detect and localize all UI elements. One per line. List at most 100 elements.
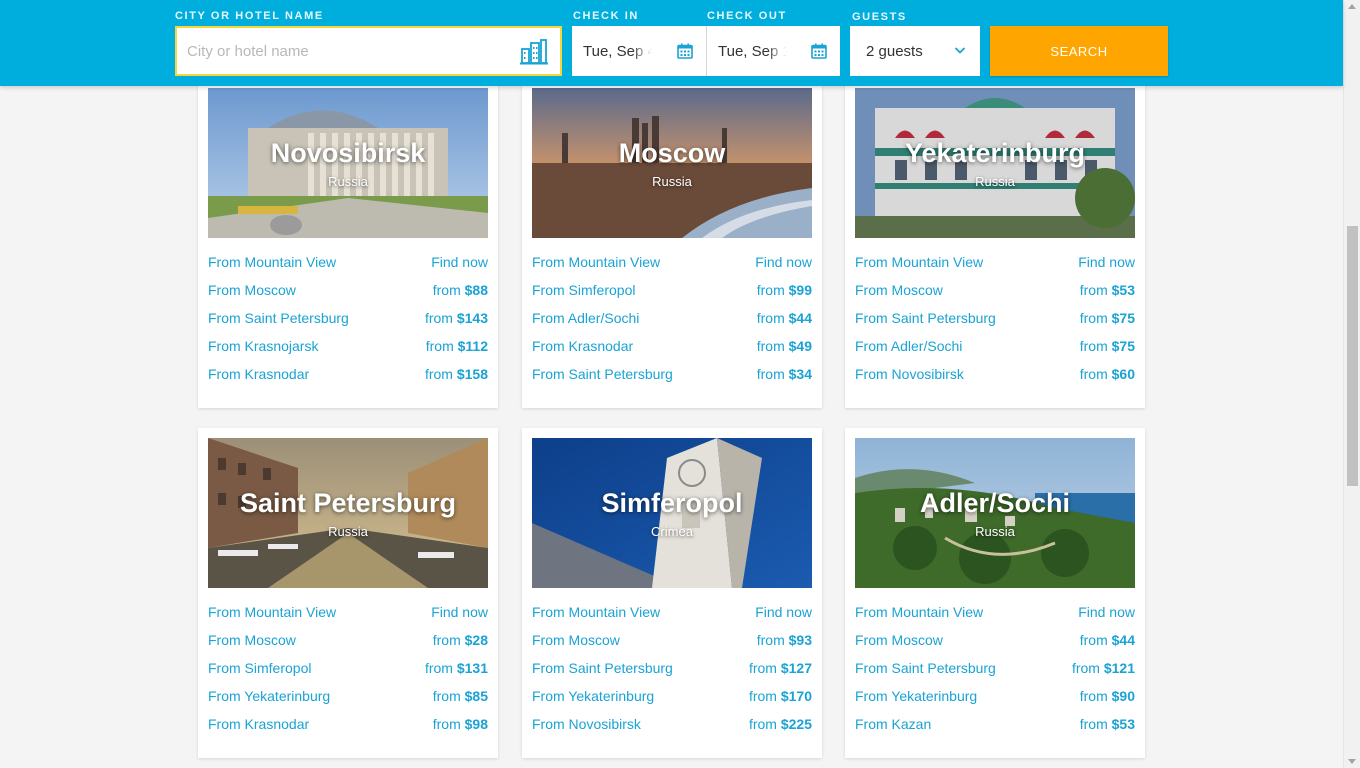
route-price[interactable]: from $88 [433,282,488,298]
route-price[interactable]: from $49 [757,338,812,354]
route-price[interactable]: from $60 [1080,366,1135,382]
route-row[interactable]: From Yekaterinburg from $90 [855,686,1135,706]
route-origin[interactable]: From Krasnodar [208,716,309,732]
route-row[interactable]: From Kazan from $53 [855,714,1135,734]
route-row[interactable]: From Mountain View Find now [208,252,488,272]
route-row[interactable]: From Krasnodar from $49 [532,336,812,356]
route-origin[interactable]: From Saint Petersburg [532,660,673,676]
route-origin[interactable]: From Mountain View [208,254,336,270]
route-price[interactable]: from $90 [1080,688,1135,704]
find-now-link[interactable]: Find now [1078,254,1135,270]
route-origin[interactable]: From Mountain View [532,604,660,620]
route-price[interactable]: from $85 [433,688,488,704]
route-row[interactable]: From Saint Petersburg from $143 [208,308,488,328]
route-origin[interactable]: From Simferopol [532,282,635,298]
route-origin[interactable]: From Saint Petersburg [532,366,673,382]
route-price[interactable]: from $53 [1080,716,1135,732]
route-origin[interactable]: From Mountain View [532,254,660,270]
scrollbar-thumb[interactable] [1347,226,1358,486]
route-price[interactable]: from $170 [749,688,812,704]
city-search-box[interactable] [175,26,562,76]
route-price[interactable]: from $121 [1072,660,1135,676]
route-price[interactable]: from $93 [757,632,812,648]
checkout-field[interactable]: Tue, Sep 11 [707,26,840,76]
route-row[interactable]: From Novosibirsk from $60 [855,364,1135,384]
find-now-link[interactable]: Find now [755,604,812,620]
route-origin[interactable]: From Moscow [855,282,943,298]
find-now-link[interactable]: Find now [431,254,488,270]
route-origin[interactable]: From Yekaterinburg [208,688,330,704]
route-origin[interactable]: From Krasnojarsk [208,338,318,354]
route-price[interactable]: from $44 [757,310,812,326]
route-row[interactable]: From Yekaterinburg from $85 [208,686,488,706]
route-origin[interactable]: From Kazan [855,716,931,732]
route-origin[interactable]: From Saint Petersburg [208,310,349,326]
route-origin[interactable]: From Moscow [532,632,620,648]
route-row[interactable]: From Saint Petersburg from $75 [855,308,1135,328]
route-origin[interactable]: From Mountain View [855,254,983,270]
find-now-link[interactable]: Find now [755,254,812,270]
route-origin[interactable]: From Moscow [208,282,296,298]
route-row[interactable]: From Moscow from $88 [208,280,488,300]
route-row[interactable]: From Saint Petersburg from $34 [532,364,812,384]
route-price[interactable]: from $225 [749,716,812,732]
route-row[interactable]: From Krasnodar from $158 [208,364,488,384]
route-row[interactable]: From Adler/Sochi from $75 [855,336,1135,356]
route-row[interactable]: From Mountain View Find now [532,252,812,272]
route-row[interactable]: From Mountain View Find now [208,602,488,622]
route-row[interactable]: From Moscow from $53 [855,280,1135,300]
find-now-link[interactable]: Find now [431,604,488,620]
search-button[interactable]: SEARCH [990,26,1168,76]
find-now-link[interactable]: Find now [1078,604,1135,620]
route-origin[interactable]: From Saint Petersburg [855,660,996,676]
route-row[interactable]: From Simferopol from $99 [532,280,812,300]
checkin-field[interactable]: Tue, Sep 4 [572,26,706,76]
route-row[interactable]: From Simferopol from $131 [208,658,488,678]
scroll-down-arrow-icon[interactable] [1348,759,1356,764]
route-origin[interactable]: From Moscow [855,632,943,648]
route-row[interactable]: From Moscow from $28 [208,630,488,650]
route-row[interactable]: From Mountain View Find now [855,252,1135,272]
city-search-input[interactable] [177,42,497,60]
page-scrollbar[interactable] [1343,0,1360,768]
route-origin[interactable]: From Adler/Sochi [532,310,639,326]
route-row[interactable]: From Mountain View Find now [855,602,1135,622]
city-photo[interactable]: Simferopol Crimea [532,438,812,588]
route-price[interactable]: from $75 [1080,338,1135,354]
route-row[interactable]: From Krasnojarsk from $112 [208,336,488,356]
route-price[interactable]: from $53 [1080,282,1135,298]
route-origin[interactable]: From Mountain View [208,604,336,620]
route-origin[interactable]: From Novosibirsk [532,716,641,732]
route-row[interactable]: From Moscow from $93 [532,630,812,650]
route-origin[interactable]: From Mountain View [855,604,983,620]
city-photo[interactable]: Saint Petersburg Russia [208,438,488,588]
route-price[interactable]: from $131 [425,660,488,676]
route-row[interactable]: From Yekaterinburg from $170 [532,686,812,706]
route-row[interactable]: From Moscow from $44 [855,630,1135,650]
route-origin[interactable]: From Krasnodar [208,366,309,382]
route-price[interactable]: from $158 [425,366,488,382]
route-price[interactable]: from $143 [425,310,488,326]
route-price[interactable]: from $44 [1080,632,1135,648]
city-photo[interactable]: Moscow Russia [532,88,812,238]
city-photo[interactable]: Yekaterinburg Russia [855,88,1135,238]
guests-select[interactable]: 2 guests [850,26,980,76]
route-origin[interactable]: From Simferopol [208,660,311,676]
route-origin[interactable]: From Saint Petersburg [855,310,996,326]
route-price[interactable]: from $112 [426,338,488,354]
route-price[interactable]: from $75 [1080,310,1135,326]
route-origin[interactable]: From Krasnodar [532,338,633,354]
route-row[interactable]: From Adler/Sochi from $44 [532,308,812,328]
city-photo[interactable]: Novosibirsk Russia [208,88,488,238]
route-origin[interactable]: From Moscow [208,632,296,648]
route-row[interactable]: From Novosibirsk from $225 [532,714,812,734]
route-origin[interactable]: From Yekaterinburg [532,688,654,704]
route-row[interactable]: From Mountain View Find now [532,602,812,622]
route-price[interactable]: from $127 [749,660,812,676]
route-price[interactable]: from $28 [433,632,488,648]
route-row[interactable]: From Krasnodar from $98 [208,714,488,734]
route-row[interactable]: From Saint Petersburg from $121 [855,658,1135,678]
route-price[interactable]: from $99 [757,282,812,298]
route-origin[interactable]: From Yekaterinburg [855,688,977,704]
city-photo[interactable]: Adler/Sochi Russia [855,438,1135,588]
